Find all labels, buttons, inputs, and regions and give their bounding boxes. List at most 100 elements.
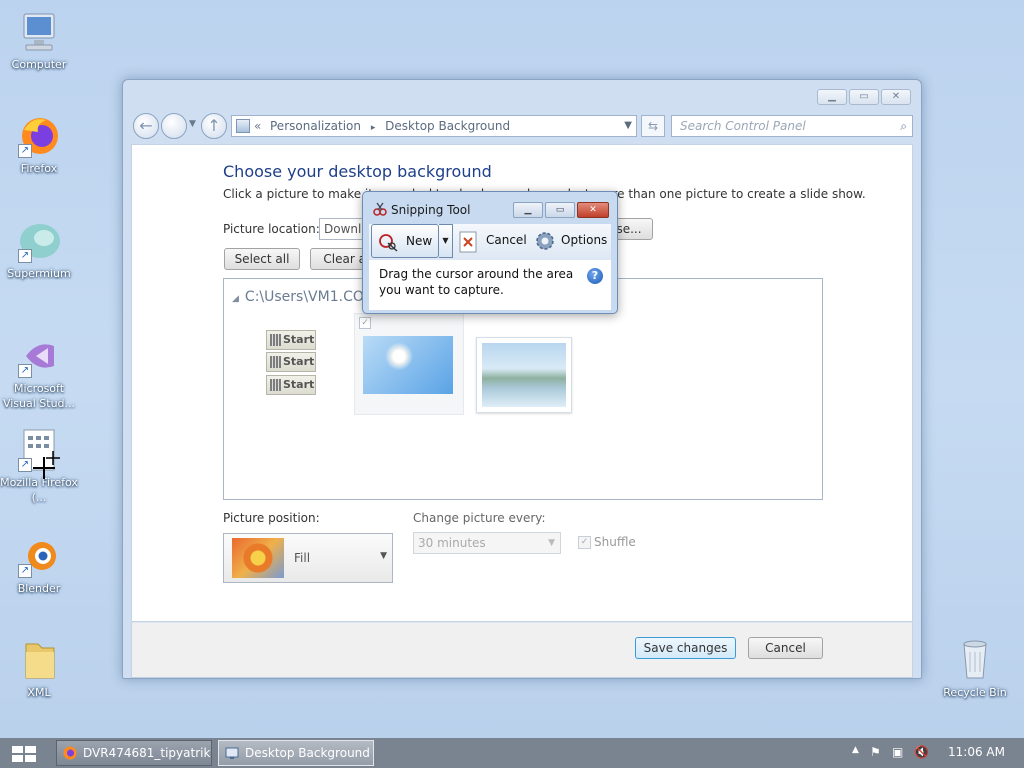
minimize-button[interactable]: ▁ <box>817 89 847 105</box>
picture-position-label: Picture position: <box>223 511 320 525</box>
picture-thumbnail-lake[interactable] <box>476 337 572 413</box>
search-input[interactable]: Search Control Panel ⌕ <box>671 115 913 137</box>
forward-button[interactable] <box>161 113 187 139</box>
up-button[interactable]: ↑ <box>201 113 227 139</box>
blender-icon: ↗ <box>16 534 62 578</box>
window-caption-buttons: ▁ ▭ ✕ <box>817 89 911 105</box>
shuffle-label: Shuffle <box>594 535 636 549</box>
refresh-button[interactable]: ⇆ <box>641 115 665 137</box>
options-button[interactable]: Options <box>561 233 607 247</box>
shortcut-arrow-icon: ↗ <box>18 144 32 158</box>
new-snip-button[interactable]: New <box>371 224 439 258</box>
taskbar-item-desktop-background[interactable]: Desktop Background <box>218 740 374 766</box>
cancel-button[interactable]: Cancel <box>748 637 823 659</box>
desktop-icon-computer[interactable]: Computer <box>0 10 78 72</box>
taskbar-item-firefox[interactable]: DVR474681_tipyatrik... <box>56 740 212 766</box>
address-bar[interactable]: « Personalization ▸ Desktop Background ▼ <box>231 115 637 137</box>
clock[interactable]: 11:06 AM <box>948 745 1005 759</box>
breadcrumb-separator: ▸ <box>370 123 376 133</box>
save-changes-button[interactable]: Save changes <box>635 637 736 659</box>
navigation-bar: ← ▼ ↑ « Personalization ▸ Desktop Backgr… <box>131 110 913 142</box>
firefox-icon <box>63 746 77 760</box>
new-mode-dropdown[interactable]: ▼ <box>439 224 453 258</box>
daisy-image <box>363 336 453 394</box>
desktop-icon-label: Mozilla Firefox (... <box>0 476 78 504</box>
desktop-icon-label: Firefox <box>20 162 58 175</box>
cancel-snip-button[interactable]: Cancel <box>486 233 527 247</box>
instructions-text: Drag the cursor around the area you want… <box>379 267 574 297</box>
search-placeholder: Search Control Panel <box>680 119 806 133</box>
shortcut-arrow-icon: ↗ <box>18 364 32 378</box>
collapse-triangle-icon: ◢ <box>232 294 239 304</box>
desktop-icon-supermium[interactable]: ↗ Supermium <box>0 219 78 281</box>
recycle-bin-icon <box>952 638 998 682</box>
control-panel-icon <box>225 747 239 759</box>
close-button[interactable]: ✕ <box>577 202 609 218</box>
volume-muted-icon[interactable]: 🔇 <box>914 745 929 759</box>
desktop-icon-visual-studio[interactable]: ↗ Microsoft Visual Stud... <box>0 334 78 411</box>
system-tray: ▲ ⚑ ▣ 🔇 11:06 AM <box>844 738 1024 768</box>
breadcrumb-desktop-background[interactable]: Desktop Background <box>385 119 510 133</box>
desktop-icon-blender[interactable]: ↗ Blender <box>0 534 78 596</box>
picture-location-label: Picture location: <box>223 222 320 236</box>
picture-position-combo[interactable]: Fill ▼ <box>223 533 393 583</box>
chevron-down-icon: ▼ <box>548 538 555 548</box>
thumbnail-checkbox[interactable]: ✓ <box>359 317 371 329</box>
cancel-icon <box>459 231 477 253</box>
breadcrumb-personalization[interactable]: Personalization <box>270 119 361 133</box>
desktop-background-window: ▁ ▭ ✕ ← ▼ ↑ « Personalization ▸ Desktop … <box>122 79 922 679</box>
page-title: Choose your desktop background <box>223 162 492 181</box>
shortcut-arrow-icon: ↗ <box>18 249 32 263</box>
network-icon[interactable]: ▣ <box>892 745 903 759</box>
desktop-icon-label: Blender <box>17 582 61 595</box>
close-button[interactable]: ✕ <box>881 89 911 105</box>
show-hidden-icons-icon[interactable]: ▲ <box>852 745 859 755</box>
taskbar: DVR474681_tipyatrik... Desktop Backgroun… <box>0 738 1024 768</box>
shuffle-checkbox: ✓ <box>578 536 591 549</box>
taskbar-item-label: Desktop Background <box>245 746 370 760</box>
fill-preview-image <box>232 538 284 578</box>
scissors-icon <box>373 202 387 216</box>
desktop-icon-label: Computer <box>11 58 67 71</box>
select-all-button[interactable]: Select all <box>224 248 300 270</box>
new-snip-icon <box>379 234 398 252</box>
desktop-icon-xml-folder[interactable]: XML <box>0 638 78 700</box>
back-button[interactable]: ← <box>133 113 159 139</box>
snipping-tool-window: Snipping Tool ▁ ▭ ✕ New ▼ Cancel Options… <box>362 191 618 314</box>
gear-icon <box>536 232 554 250</box>
start-button-image: Start <box>266 375 316 395</box>
computer-icon <box>16 10 62 54</box>
crosshair-cursor-icon <box>33 457 55 479</box>
picture-thumbnail-start-buttons[interactable]: Start Start Start <box>264 327 320 397</box>
taskbar-item-label: DVR474681_tipyatrik... <box>83 746 212 760</box>
control-panel-icon <box>236 119 250 133</box>
breadcrumb-overflow[interactable]: « <box>254 116 261 136</box>
help-icon[interactable]: ? <box>587 268 603 284</box>
snipping-caption-buttons: ▁ ▭ ✕ <box>513 202 609 218</box>
address-dropdown-icon[interactable]: ▼ <box>624 116 632 136</box>
shortcut-arrow-icon: ↗ <box>18 458 32 472</box>
desktop-icon-label: Microsoft Visual Stud... <box>2 382 76 410</box>
new-label: New <box>406 234 433 248</box>
maximize-button[interactable]: ▭ <box>849 89 879 105</box>
snipping-tool-title: Snipping Tool <box>391 203 471 217</box>
maximize-button[interactable]: ▭ <box>545 202 575 218</box>
snipping-toolbar: New ▼ Cancel Options <box>369 224 611 260</box>
visual-studio-icon: ↗ <box>16 334 62 378</box>
minimize-button[interactable]: ▁ <box>513 202 543 218</box>
desktop-icon-recycle-bin[interactable]: Recycle Bin <box>936 638 1014 700</box>
chevron-down-icon: ▼ <box>380 551 387 561</box>
history-dropdown-icon[interactable]: ▼ <box>189 119 196 129</box>
change-picture-combo: 30 minutes ▼ <box>413 532 561 554</box>
snipping-instructions: Drag the cursor around the area you want… <box>369 260 611 310</box>
window-footer: Save changes Cancel <box>131 622 913 678</box>
desktop-icon-firefox[interactable]: ↗ Firefox <box>0 114 78 176</box>
picture-position-value: Fill <box>294 551 311 565</box>
lake-image <box>482 343 566 407</box>
start-button[interactable] <box>10 744 38 764</box>
action-center-flag-icon[interactable]: ⚑ <box>870 745 881 759</box>
desktop-icon-label: Recycle Bin <box>943 686 1007 699</box>
windows-logo-icon <box>12 746 36 762</box>
shortcut-arrow-icon: ↗ <box>18 564 32 578</box>
picture-thumbnail-daisy[interactable]: ✓ <box>354 313 464 415</box>
